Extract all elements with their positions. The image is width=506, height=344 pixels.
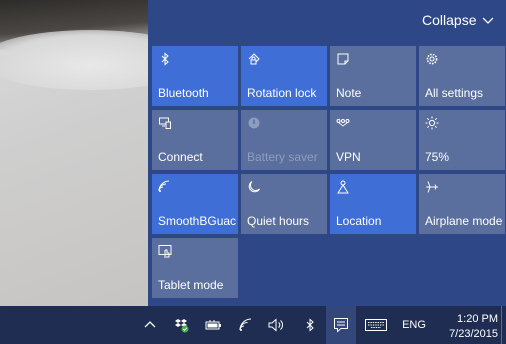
- bluetooth-icon: [158, 52, 172, 66]
- battery-icon: [205, 320, 221, 330]
- quick-action-note[interactable]: Note: [330, 46, 416, 106]
- keyboard-icon: [365, 319, 387, 331]
- quick-action-brightness[interactable]: 75%: [419, 110, 505, 170]
- tile-label: Connect: [158, 150, 203, 164]
- rotation-lock-icon: [247, 52, 261, 66]
- show-desktop-button[interactable]: [501, 306, 506, 344]
- chevron-down-icon: [483, 17, 494, 24]
- input-language-button[interactable]: ENG: [398, 306, 430, 344]
- quick-action-airplane-mode[interactable]: Airplane mode: [419, 174, 505, 234]
- battery-saver-icon: [247, 116, 261, 130]
- tile-label: VPN: [336, 150, 361, 164]
- volume-icon: [268, 318, 283, 332]
- tile-label: Location: [336, 214, 382, 228]
- desktop-wallpaper: [0, 0, 148, 306]
- chevron-up-icon: [144, 321, 156, 328]
- tile-label: Airplane mode: [425, 214, 503, 228]
- wifi-icon: [158, 180, 172, 194]
- tile-label: Bluetooth: [158, 86, 209, 100]
- tile-label: 75%: [425, 150, 450, 164]
- gear-icon: [425, 52, 439, 66]
- clock-time: 1:20 PM: [457, 312, 498, 325]
- quick-action-quiet-hours[interactable]: Quiet hours: [241, 174, 327, 234]
- battery-tray-button[interactable]: [203, 306, 225, 344]
- collapse-button[interactable]: Collapse: [422, 10, 496, 30]
- tile-label: Rotation lock: [247, 86, 317, 100]
- tile-label: Battery saver: [247, 150, 318, 164]
- tile-label: All settings: [425, 86, 484, 100]
- clock-button[interactable]: 1:20 PM 7/23/2015: [432, 306, 498, 344]
- quick-action-vpn[interactable]: VPN: [330, 110, 416, 170]
- moon-icon: [247, 180, 261, 194]
- touch-keyboard-button[interactable]: [362, 306, 390, 344]
- quick-action-rotation-lock[interactable]: Rotation lock: [241, 46, 327, 106]
- quick-action-location[interactable]: Location: [330, 174, 416, 234]
- tile-label: Tablet mode: [158, 278, 224, 292]
- bluetooth-tray-button[interactable]: [300, 306, 320, 344]
- wallpaper-snow: [0, 30, 148, 90]
- quick-action-all-settings[interactable]: All settings: [419, 46, 505, 106]
- tile-label: Note: [336, 86, 362, 100]
- tile-label: SmoothBGuac: [158, 214, 237, 228]
- network-tray-button[interactable]: [235, 306, 257, 344]
- quick-action-connect[interactable]: Connect: [152, 110, 238, 170]
- quick-action-bluetooth[interactable]: Bluetooth: [152, 46, 238, 106]
- taskbar: ENG 1:20 PM 7/23/2015: [0, 306, 506, 344]
- airplane-icon: [425, 180, 439, 194]
- show-hidden-icons-button[interactable]: [139, 306, 161, 344]
- volume-tray-button[interactable]: [265, 306, 289, 344]
- tile-label: Quiet hours: [247, 214, 310, 228]
- dropbox-icon: [175, 319, 189, 333]
- vpn-icon: [336, 116, 350, 130]
- location-icon: [336, 180, 350, 194]
- bluetooth-icon: [306, 318, 314, 332]
- tablet-mode-icon: [158, 244, 172, 258]
- action-center-icon: [334, 318, 348, 333]
- clock-date: 7/23/2015: [449, 327, 498, 340]
- dropbox-tray-button[interactable]: [170, 306, 192, 344]
- note-icon: [336, 52, 350, 66]
- quick-action-battery-saver[interactable]: Battery saver: [241, 110, 327, 170]
- wifi-icon: [239, 318, 252, 331]
- action-center-button[interactable]: [326, 306, 356, 344]
- quick-action-wifi[interactable]: SmoothBGuac: [152, 174, 238, 234]
- connect-icon: [158, 116, 172, 130]
- collapse-label: Collapse: [422, 12, 477, 28]
- brightness-icon: [425, 116, 439, 130]
- quick-action-tablet-mode[interactable]: Tablet mode: [152, 238, 238, 298]
